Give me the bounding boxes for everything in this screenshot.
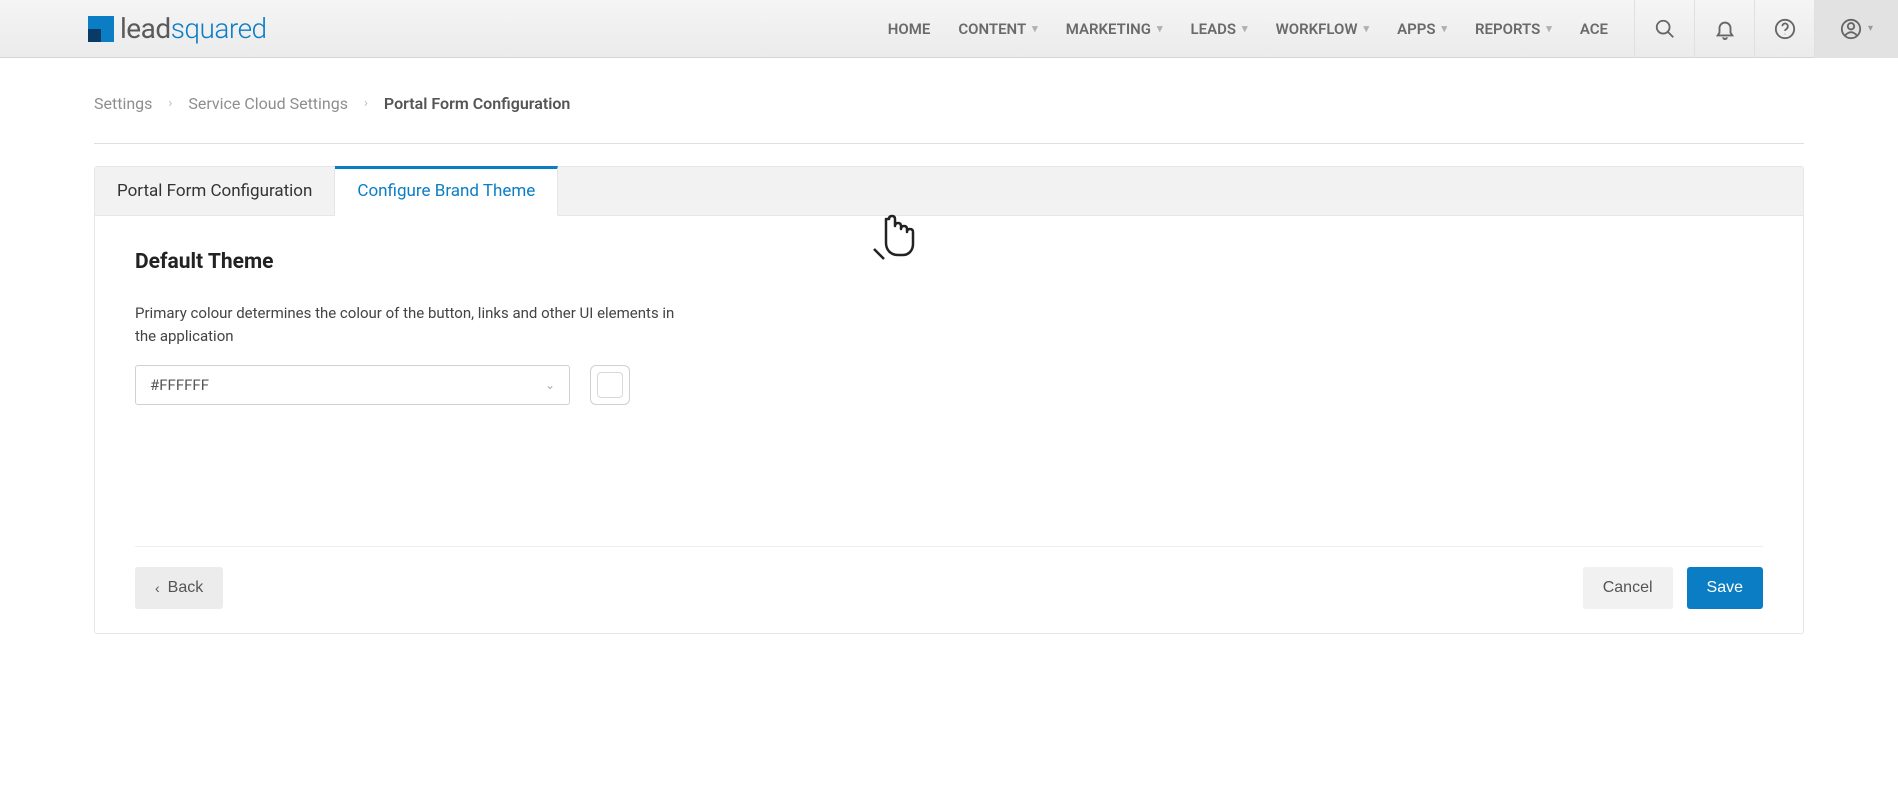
nav-item-workflow[interactable]: WORKFLOW ▾ [1262,0,1383,58]
color-swatch-inner [597,372,623,398]
color-picker-row: #FFFFFF ⌄ [135,365,1763,405]
nav-item-home[interactable]: HOME [874,0,945,58]
logo-prefix: lead [120,12,171,45]
nav-item-ace[interactable]: ACE [1566,0,1622,58]
logo-mark-icon [88,16,114,42]
save-button-label: Save [1707,579,1743,597]
chevron-right-icon: › [364,96,368,111]
nav-item-label: REPORTS [1475,20,1540,38]
top-navbar: leadsquared HOME CONTENT ▾ MARKETING ▾ LEADS ▾… [0,0,1898,58]
nav-item-marketing[interactable]: MARKETING ▾ [1052,0,1177,58]
card-footer: ‹ Back Cancel Save [135,546,1763,633]
chevron-left-icon: ‹ [155,580,160,596]
nav-utility-icons: ▾ [1634,0,1898,58]
nav-item-label: HOME [888,20,931,38]
nav-item-apps[interactable]: APPS ▾ [1383,0,1461,58]
cancel-button-label: Cancel [1603,579,1653,597]
nav-item-label: LEADS [1191,20,1237,38]
chevron-down-icon: ▾ [1364,22,1370,35]
tab-configure-brand-theme[interactable]: Configure Brand Theme [335,166,558,216]
tabs: Portal Form ConfigurationConfigure Brand… [95,167,1803,216]
profile-menu[interactable]: ▾ [1814,0,1898,58]
nav-item-label: WORKFLOW [1276,20,1358,38]
notifications-icon[interactable] [1694,0,1754,58]
save-button[interactable]: Save [1687,567,1763,609]
chevron-down-icon: ▾ [1032,22,1038,35]
page-body: Settings › Service Cloud Settings › Portal F… [0,58,1898,634]
section-title: Default Theme [135,250,1763,274]
search-icon[interactable] [1634,0,1694,58]
nav-item-content[interactable]: CONTENT ▾ [944,0,1051,58]
nav-item-label: MARKETING [1066,20,1151,38]
breadcrumb-item[interactable]: Service Cloud Settings [188,94,348,113]
chevron-down-icon: ▾ [1441,22,1447,35]
color-swatch[interactable] [590,365,630,405]
primary-color-select[interactable]: #FFFFFF ⌄ [135,365,570,405]
logo-suffix: squared [171,12,267,45]
chevron-down-icon: ▾ [1546,22,1552,35]
config-card: Portal Form ConfigurationConfigure Brand… [94,166,1804,634]
nav-item-label: APPS [1397,20,1435,38]
primary-color-value: #FFFFFF [150,376,209,394]
back-button-label: Back [168,579,204,597]
nav-item-label: CONTENT [958,20,1026,38]
section-description: Primary colour determines the colour of … [135,302,695,347]
tab-content: Default Theme Primary colour determines … [95,216,1803,546]
brand-logo[interactable]: leadsquared [88,12,267,45]
breadcrumb: Settings › Service Cloud Settings › Portal F… [94,94,1804,144]
nav-item-label: ACE [1580,20,1608,38]
breadcrumb-item: Portal Form Configuration [384,94,570,113]
cancel-button[interactable]: Cancel [1583,567,1673,609]
main-nav: HOMECONTENT▾MARKETING▾LEADS▾WORKFLOW▾APP… [874,0,1622,58]
help-icon[interactable] [1754,0,1814,58]
chevron-down-icon: ▾ [1157,22,1163,35]
nav-item-reports[interactable]: REPORTS ▾ [1461,0,1566,58]
chevron-right-icon: › [168,96,172,111]
nav-item-leads[interactable]: LEADS ▾ [1177,0,1262,58]
chevron-down-icon: ▾ [1242,22,1248,35]
back-button[interactable]: ‹ Back [135,567,223,609]
logo-text: leadsquared [120,12,267,45]
breadcrumb-item[interactable]: Settings [94,94,152,113]
chevron-down-icon: ⌄ [545,378,555,392]
chevron-down-icon: ▾ [1868,23,1873,34]
tab-portal-form-configuration[interactable]: Portal Form Configuration [95,167,335,215]
